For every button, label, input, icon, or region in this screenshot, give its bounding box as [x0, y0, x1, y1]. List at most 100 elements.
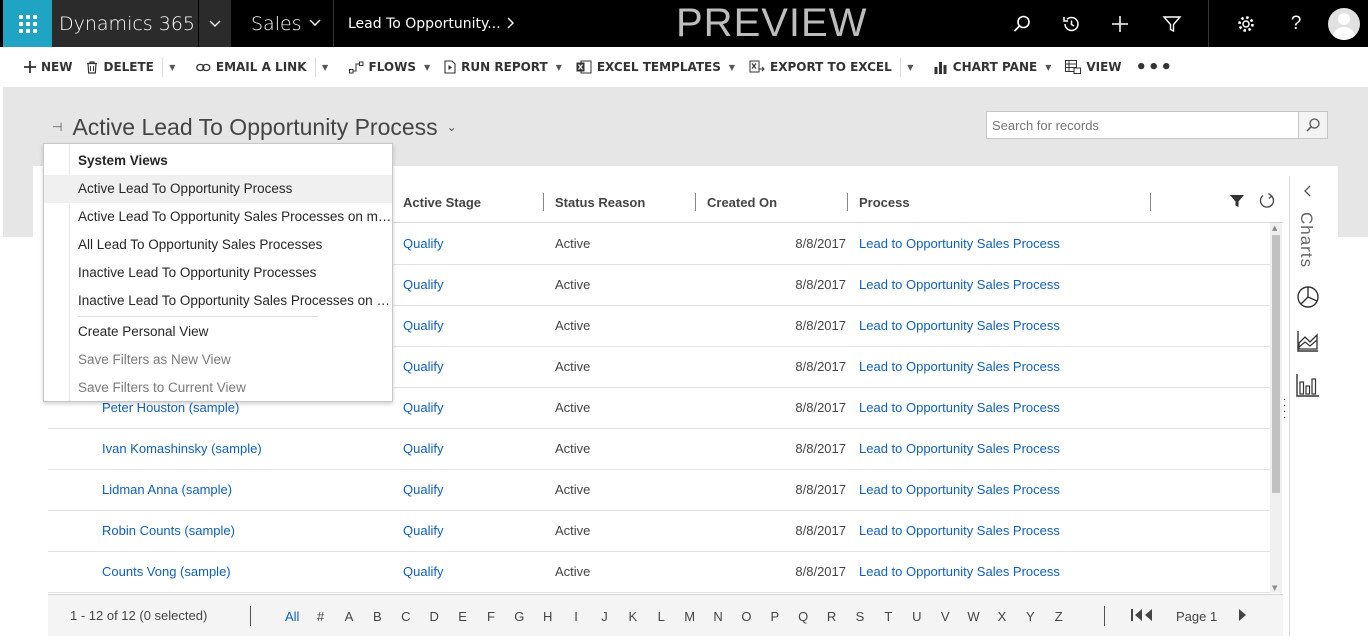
view-button[interactable]: VIEW [1065, 47, 1122, 87]
letter-filter[interactable]: O [732, 609, 760, 624]
cell-active-stage[interactable]: Qualify [403, 224, 443, 264]
user-profile-button[interactable] [1320, 0, 1368, 47]
letter-filter[interactable]: J [590, 609, 618, 624]
cell-process[interactable]: Lead to Opportunity Sales Process [859, 470, 1060, 510]
bar-chart-button[interactable] [1294, 371, 1322, 399]
letter-filter[interactable]: C [392, 609, 420, 624]
view-option[interactable]: Active Lead To Opportunity Process [44, 175, 392, 203]
letter-filter[interactable]: V [931, 609, 959, 624]
cell-active-stage[interactable]: Qualify [403, 265, 443, 305]
column-header-active-stage[interactable]: Active Stage [403, 183, 481, 222]
table-row[interactable]: Robin Counts (sample) Qualify Active 8/8… [48, 511, 1270, 552]
letter-filter[interactable]: G [505, 609, 533, 624]
grid-vertical-scrollbar[interactable]: ▲ ▼ [1270, 223, 1282, 593]
create-button[interactable] [1096, 0, 1144, 47]
letter-filter[interactable]: M [675, 609, 703, 624]
new-button[interactable]: NEW [24, 47, 72, 87]
cell-process[interactable]: Lead to Opportunity Sales Process [859, 265, 1060, 305]
letter-filter[interactable]: U [903, 609, 931, 624]
app-launcher-button[interactable] [3, 0, 52, 47]
letter-filter[interactable]: # [306, 609, 334, 624]
letter-filter[interactable]: A [335, 609, 363, 624]
app-switcher-button[interactable] [198, 0, 231, 47]
create-personal-view-option[interactable]: Create Personal View [44, 318, 392, 346]
letter-filter[interactable]: D [420, 609, 448, 624]
table-row[interactable]: Ivan Komashinsky (sample) Qualify Active… [48, 429, 1270, 470]
letter-filter[interactable]: P [761, 609, 789, 624]
next-page-button[interactable] [1237, 608, 1247, 625]
delete-button[interactable]: DELETE [86, 47, 154, 87]
letter-filter[interactable]: F [477, 609, 505, 624]
area-chart-button[interactable] [1294, 327, 1322, 355]
cell-active-stage[interactable]: Qualify [403, 429, 443, 469]
column-header-status-reason[interactable]: Status Reason [555, 183, 645, 222]
view-option[interactable]: Inactive Lead To Opportunity Sales Proce… [44, 287, 392, 315]
letter-filter[interactable]: W [959, 609, 987, 624]
letter-filter-all[interactable]: All [278, 609, 306, 624]
cell-process[interactable]: Lead to Opportunity Sales Process [859, 306, 1060, 346]
app-name[interactable]: Dynamics 365 [52, 0, 198, 47]
search-button[interactable] [998, 0, 1046, 47]
email-link-dropdown[interactable]: ▼ [314, 57, 335, 77]
cell-active-stage[interactable]: Qualify [403, 388, 443, 428]
area-chevron[interactable] [309, 14, 321, 36]
recent-button[interactable] [1047, 0, 1095, 47]
cell-active-stage[interactable]: Qualify [403, 552, 443, 592]
advanced-find-button[interactable] [1148, 0, 1196, 47]
cell-process[interactable]: Lead to Opportunity Sales Process [859, 347, 1060, 387]
view-option[interactable]: All Lead To Opportunity Sales Processes [44, 231, 392, 259]
refresh-button[interactable] [1258, 192, 1276, 214]
run-report-button[interactable]: RUN REPORT ▼ [444, 47, 562, 87]
letter-filter[interactable]: K [619, 609, 647, 624]
cell-active-stage[interactable]: Qualify [403, 511, 443, 551]
letter-filter[interactable]: I [562, 609, 590, 624]
pane-resize-handle[interactable]: · · · · [1283, 396, 1286, 424]
cell-process[interactable]: Lead to Opportunity Sales Process [859, 429, 1060, 469]
letter-filter[interactable]: Z [1045, 609, 1073, 624]
cell-name[interactable]: Ivan Komashinsky (sample) [102, 429, 262, 469]
letter-filter[interactable]: B [363, 609, 391, 624]
letter-filter[interactable]: Q [789, 609, 817, 624]
view-option[interactable]: Inactive Lead To Opportunity Processes [44, 259, 392, 287]
scrollbar-thumb[interactable] [1272, 235, 1280, 493]
letter-filter[interactable]: H [534, 609, 562, 624]
cell-process[interactable]: Lead to Opportunity Sales Process [859, 552, 1060, 592]
email-link-button[interactable]: EMAIL A LINK [196, 47, 307, 87]
more-commands-button[interactable]: ••• [1136, 47, 1174, 87]
collapse-charts-button[interactable] [1294, 178, 1322, 204]
column-header-process[interactable]: Process [859, 183, 910, 222]
search-input[interactable] [986, 111, 1299, 139]
scroll-up-icon[interactable]: ▲ [1272, 224, 1277, 232]
chart-pane-button[interactable]: CHART PANE ▼ [934, 47, 1051, 87]
cell-process[interactable]: Lead to Opportunity Sales Process [859, 224, 1060, 264]
scroll-down-icon[interactable]: ▼ [1272, 584, 1277, 592]
view-option[interactable]: Active Lead To Opportunity Sales Process… [44, 203, 392, 231]
cell-name[interactable]: Robin Counts (sample) [102, 511, 235, 551]
help-button[interactable]: ? [1272, 0, 1320, 47]
cell-process[interactable]: Lead to Opportunity Sales Process [859, 511, 1060, 551]
cell-active-stage[interactable]: Qualify [403, 306, 443, 346]
pin-icon[interactable]: ⊣ [52, 120, 62, 134]
breadcrumb-chevron[interactable] [505, 14, 515, 36]
excel-templates-button[interactable]: EXCEL TEMPLATES ▼ [576, 47, 735, 87]
letter-filter[interactable]: Y [1016, 609, 1044, 624]
cell-active-stage[interactable]: Qualify [403, 470, 443, 510]
flows-button[interactable]: FLOWS ▼ [348, 47, 430, 87]
export-excel-dropdown[interactable]: ▼ [899, 57, 920, 77]
cell-process[interactable]: Lead to Opportunity Sales Process [859, 388, 1060, 428]
cell-name[interactable]: Lidman Anna (sample) [102, 470, 232, 510]
settings-button[interactable] [1222, 0, 1270, 47]
column-header-created-on[interactable]: Created On [707, 183, 777, 222]
cell-active-stage[interactable]: Qualify [403, 347, 443, 387]
delete-more-dropdown[interactable]: ▼ [161, 57, 182, 77]
view-selector[interactable]: ⊣ Active Lead To Opportunity Process ⌄ [52, 110, 457, 144]
search-submit-button[interactable] [1299, 111, 1328, 139]
pie-chart-button[interactable] [1294, 283, 1322, 311]
letter-filter[interactable]: N [704, 609, 732, 624]
table-row[interactable]: Counts Vong (sample) Qualify Active 8/8/… [48, 552, 1270, 593]
column-separator[interactable] [695, 193, 696, 211]
letter-filter[interactable]: R [817, 609, 845, 624]
export-to-excel-button[interactable]: EXPORT TO EXCEL [749, 47, 892, 87]
letter-filter[interactable]: S [846, 609, 874, 624]
letter-filter[interactable]: X [988, 609, 1016, 624]
